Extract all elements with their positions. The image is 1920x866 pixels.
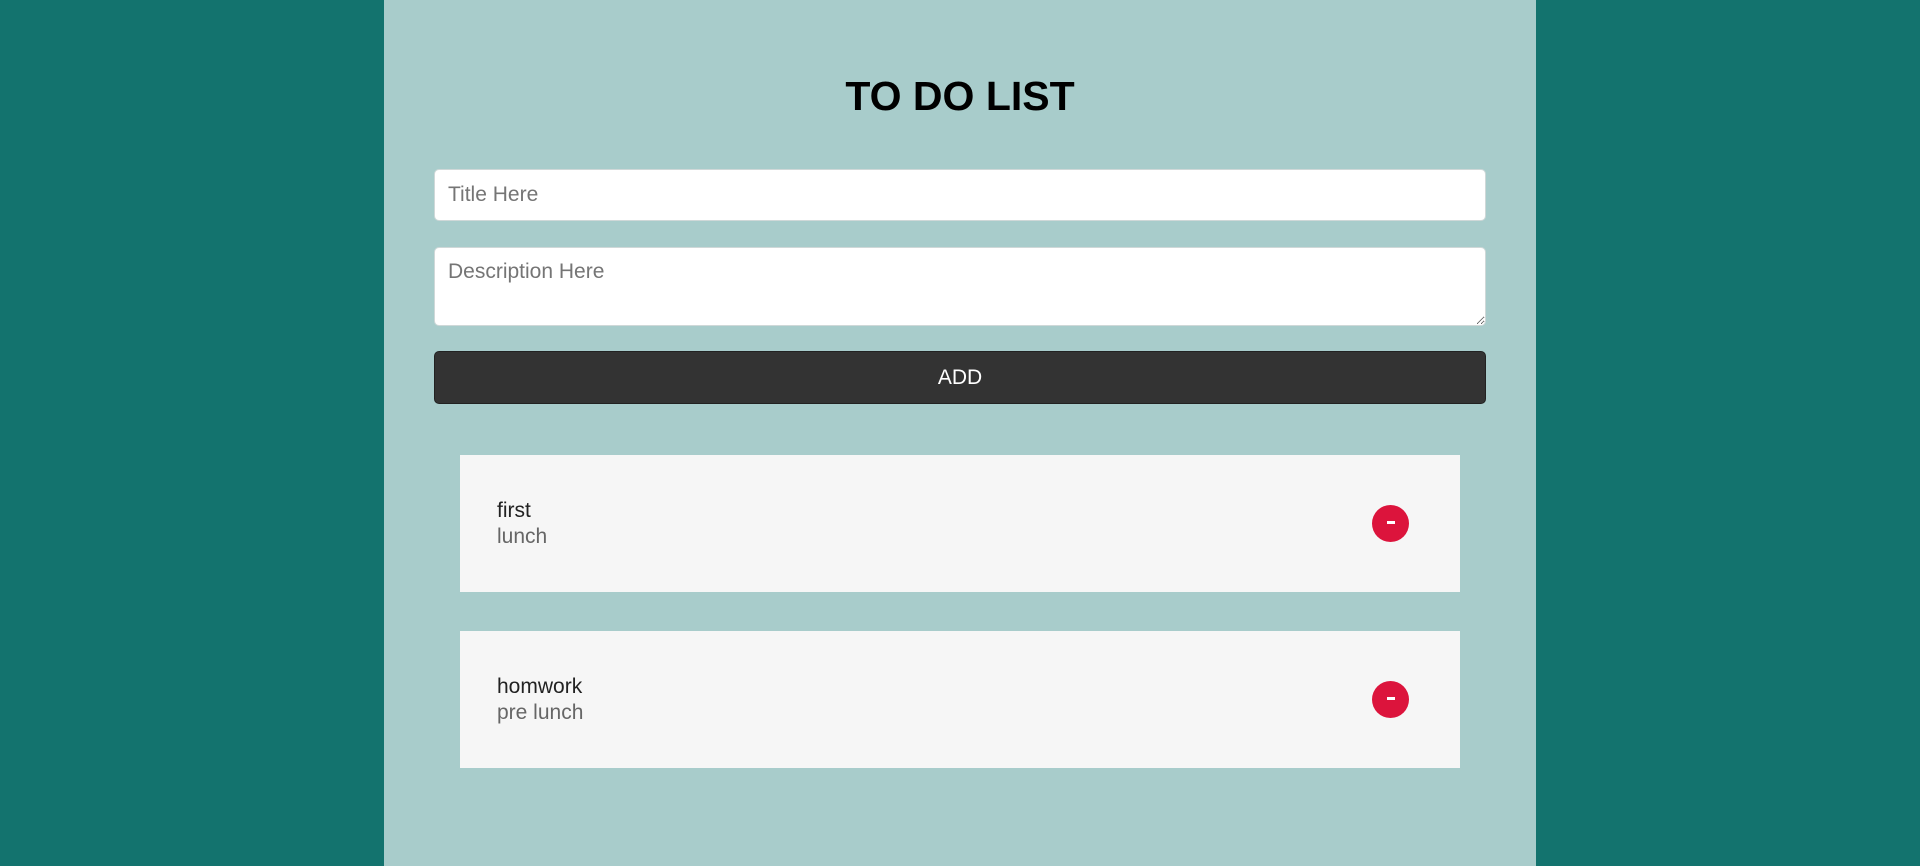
todo-item: first lunch bbox=[460, 455, 1460, 592]
todo-description: pre lunch bbox=[497, 701, 584, 724]
remove-todo-button[interactable] bbox=[1372, 505, 1409, 542]
todo-panel: TO DO LIST ADD first lunch homwork pre l… bbox=[384, 0, 1536, 866]
minus-icon bbox=[1386, 521, 1395, 525]
todo-title: first bbox=[497, 499, 531, 522]
add-button[interactable]: ADD bbox=[434, 351, 1486, 404]
title-input[interactable] bbox=[434, 169, 1486, 221]
remove-todo-button[interactable] bbox=[1372, 681, 1409, 718]
minus-icon bbox=[1386, 697, 1395, 701]
todo-item: homwork pre lunch bbox=[460, 631, 1460, 768]
description-input[interactable] bbox=[434, 247, 1486, 326]
page-title: TO DO LIST bbox=[845, 73, 1075, 119]
todo-title: homwork bbox=[497, 675, 583, 698]
todo-description: lunch bbox=[497, 525, 548, 548]
